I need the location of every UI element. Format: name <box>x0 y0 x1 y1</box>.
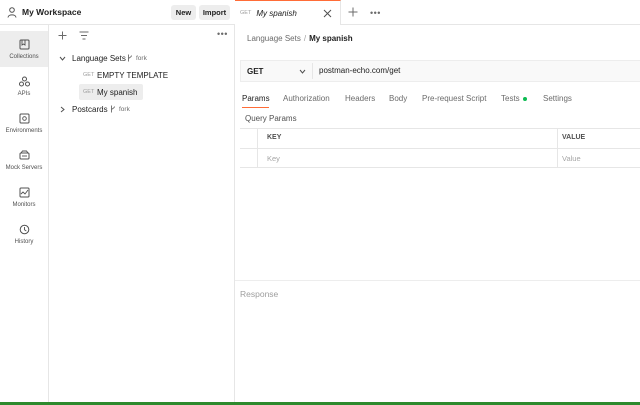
sidebar-item-environments[interactable]: Environments <box>0 105 48 141</box>
sidebar-item-label: History <box>14 238 34 245</box>
method-badge: GET <box>83 89 95 95</box>
workspace-title[interactable]: My Workspace <box>22 7 81 17</box>
filter-icon[interactable] <box>79 31 89 40</box>
divider <box>312 63 313 79</box>
apis-icon <box>18 76 30 86</box>
table-border <box>240 167 640 168</box>
active-tab-underline <box>242 107 269 108</box>
sidebar-item-history[interactable]: History <box>0 216 48 252</box>
fork-icon <box>111 105 115 113</box>
table-border <box>257 128 258 168</box>
sidebar-item-mock-servers[interactable]: Mock Servers <box>0 142 48 178</box>
breadcrumb: Language Sets / My spanish <box>247 34 353 43</box>
url-input[interactable]: postman-echo.com/get <box>319 66 400 75</box>
chevron-down-icon <box>299 69 306 74</box>
chevron-down-icon[interactable] <box>59 55 66 62</box>
breadcrumb-parent[interactable]: Language Sets <box>247 34 301 43</box>
tab-params[interactable]: Params <box>242 94 270 103</box>
tab-tests-label: Tests <box>501 94 520 103</box>
request-name: My spanish <box>97 87 138 97</box>
query-params-table: KEY VALUE Key Value <box>240 128 640 168</box>
collection-language-sets[interactable]: Language Sets fork <box>49 50 235 66</box>
tab-pre-request-script[interactable]: Pre-request Script <box>422 94 486 103</box>
user-icon <box>7 6 17 18</box>
table-border <box>240 148 640 149</box>
breadcrumb-separator: / <box>303 34 307 43</box>
key-input[interactable]: Key <box>267 154 280 163</box>
sidebar: Collections APIs Environments Mock Serve… <box>0 25 49 402</box>
collections-panel: ••• Language Sets fork GET EMPTY TEMPLAT… <box>49 25 235 402</box>
fork-icon <box>128 54 132 62</box>
collection-name: Postcards <box>72 104 108 114</box>
query-params-title: Query Params <box>245 114 297 123</box>
new-button[interactable]: New <box>171 5 196 20</box>
collections-icon <box>19 39 29 49</box>
more-tabs-icon[interactable]: ••• <box>370 8 381 18</box>
more-options-icon[interactable]: ••• <box>217 29 228 39</box>
tab-tests[interactable]: Tests <box>501 94 527 103</box>
response-divider[interactable] <box>235 280 640 281</box>
sidebar-item-label: Mock Servers <box>5 164 43 171</box>
value-column-header: VALUE <box>562 134 586 141</box>
method-value: GET <box>247 66 264 76</box>
request-my-spanish[interactable]: GET My spanish <box>49 84 235 100</box>
tab-body[interactable]: Body <box>389 94 407 103</box>
sidebar-item-apis[interactable]: APIs <box>0 68 48 104</box>
sidebar-item-label: Monitors <box>12 201 36 208</box>
request-tab-bar: GET My spanish ••• <box>235 0 640 25</box>
collections-toolbar: ••• <box>49 25 235 47</box>
history-icon <box>19 224 29 234</box>
tab-method-badge: GET <box>240 10 252 16</box>
workspace-header: My Workspace New Import <box>0 0 235 25</box>
tab-settings[interactable]: Settings <box>543 94 572 103</box>
url-bar: GET postman-echo.com/get <box>240 60 640 82</box>
response-label: Response <box>240 289 279 299</box>
mock-servers-icon <box>19 150 29 159</box>
table-border <box>557 128 558 168</box>
collection-name: Language Sets <box>72 53 126 63</box>
chevron-right-icon[interactable] <box>59 106 66 113</box>
sidebar-item-label: Collections <box>9 53 39 60</box>
fork-label: fork <box>119 105 130 113</box>
import-button[interactable]: Import <box>199 5 230 20</box>
sidebar-item-collections[interactable]: Collections <box>0 31 48 67</box>
fork-label: fork <box>136 54 147 62</box>
value-input[interactable]: Value <box>562 154 581 163</box>
method-select[interactable]: GET <box>241 61 311 81</box>
key-column-header: KEY <box>267 134 282 141</box>
plus-icon[interactable] <box>58 31 67 40</box>
method-badge: GET <box>83 72 95 78</box>
environments-icon <box>19 113 29 123</box>
close-icon[interactable] <box>323 9 332 18</box>
request-name: EMPTY TEMPLATE <box>97 70 169 80</box>
tab-name: My spanish <box>256 8 297 18</box>
table-border <box>240 128 640 129</box>
tab-my-spanish[interactable]: GET My spanish <box>235 0 341 25</box>
sidebar-item-monitors[interactable]: Monitors <box>0 179 48 215</box>
plus-icon[interactable] <box>348 7 358 17</box>
sidebar-item-label: Environments <box>5 127 43 134</box>
tab-headers[interactable]: Headers <box>345 94 375 103</box>
monitors-icon <box>19 187 29 197</box>
tests-indicator-dot <box>522 96 527 101</box>
tab-authorization[interactable]: Authorization <box>283 94 330 103</box>
sidebar-item-label: APIs <box>17 90 31 97</box>
request-empty-template[interactable]: GET EMPTY TEMPLATE <box>49 67 235 83</box>
breadcrumb-current[interactable]: My spanish <box>309 34 353 43</box>
collection-postcards[interactable]: Postcards fork <box>49 101 235 117</box>
